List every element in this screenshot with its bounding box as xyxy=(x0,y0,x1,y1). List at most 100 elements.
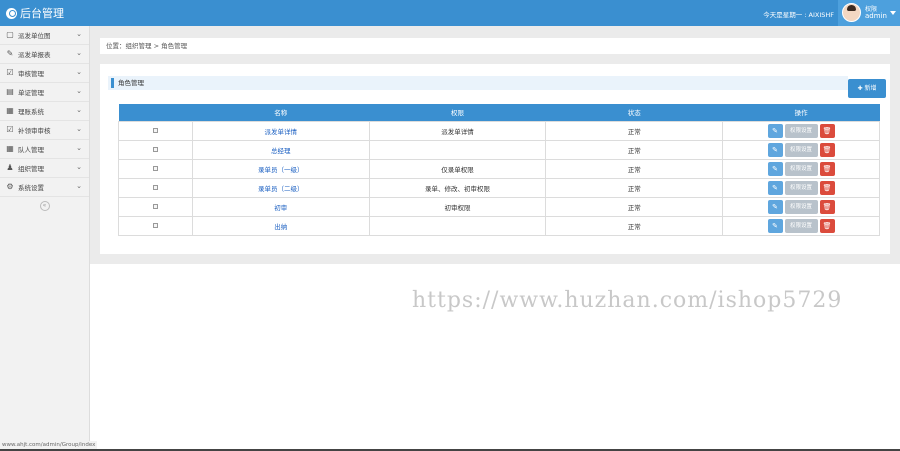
role-table: 名称 权限 状态 操作 派发单详情 派发单详情 正常 ✎ 权限设置 🗑 总经理 … xyxy=(118,104,880,236)
trash-icon: 🗑 xyxy=(822,145,832,154)
delete-button[interactable]: 🗑 xyxy=(819,142,835,157)
edit-button[interactable]: ✎ xyxy=(767,161,783,176)
role-permission: 初审权限 xyxy=(368,196,547,217)
pencil-icon: ✎ xyxy=(772,183,778,192)
add-role-button[interactable]: ✚ 新增 xyxy=(848,79,886,98)
gear-icon: ⚙ xyxy=(6,182,14,191)
delete-button[interactable]: 🗑 xyxy=(819,161,835,176)
pencil-icon: ✎ xyxy=(772,221,778,230)
row-checkbox[interactable] xyxy=(152,165,158,171)
row-checkbox[interactable] xyxy=(152,146,158,152)
sidebar-item-organization[interactable]: ♟ 组织管理 ⌄ xyxy=(0,159,89,178)
trash-icon: 🗑 xyxy=(822,126,832,135)
table-row: 出纳 正常 ✎ 权限设置 🗑 xyxy=(118,215,880,236)
sidebar-item-label: 队人管理 xyxy=(18,146,44,154)
permission-settings-button[interactable]: 权限设置 xyxy=(784,199,818,214)
logo-icon xyxy=(6,7,17,19)
user-menu[interactable]: 权限 admin xyxy=(838,0,900,26)
row-checkbox[interactable] xyxy=(152,127,158,133)
delete-button[interactable]: 🗑 xyxy=(819,180,835,195)
edit-button[interactable]: ✎ xyxy=(767,180,783,195)
role-name-link[interactable]: 派发单详情 xyxy=(191,120,370,141)
permission-settings-button[interactable]: 权限设置 xyxy=(784,142,818,157)
header-name: 名称 xyxy=(192,104,370,121)
check-icon: ☑ xyxy=(6,68,14,77)
sidebar-item-dispatch-report[interactable]: ✎ 派发单报表 ⌄ xyxy=(0,45,89,64)
edit-button[interactable]: ✎ xyxy=(767,218,783,233)
role-status: 正常 xyxy=(545,215,724,236)
role-name-link[interactable]: 总经理 xyxy=(191,139,370,160)
role-name-link[interactable]: 出纳 xyxy=(191,215,370,236)
edit-button[interactable]: ✎ xyxy=(767,142,783,157)
sidebar-item-label: 补领审审核 xyxy=(18,127,51,135)
pencil-icon: ✎ xyxy=(772,126,778,135)
role-name-link[interactable]: 录单员（二级） xyxy=(191,177,370,198)
sidebar-item-reissue-audit[interactable]: ☑ 补领审审核 ⌄ xyxy=(0,121,89,140)
watermark: https://www.huzhan.com/ishop5729 xyxy=(412,288,843,313)
users-icon: ♟ xyxy=(6,163,14,172)
sidebar-item-dispatch-map[interactable]: ▢ 派发单位图 ⌄ xyxy=(0,26,89,45)
role-status: 正常 xyxy=(545,177,724,198)
welcome-text: 今天是星期一 : AIXISHF xyxy=(763,11,834,19)
sidebar-item-label: 组织管理 xyxy=(18,165,44,173)
delete-button[interactable]: 🗑 xyxy=(819,123,835,138)
sidebar: ▢ 派发单位图 ⌄ ✎ 派发单报表 ⌄ ☑ 审核管理 ⌄ ▤ 单证管理 ⌄ ▦ … xyxy=(0,26,90,451)
chevron-down-icon: ⌄ xyxy=(76,106,82,114)
panel-title: 角色管理 xyxy=(108,76,848,90)
grid-icon: ▦ xyxy=(6,144,14,153)
trash-icon: 🗑 xyxy=(822,164,832,173)
delete-button[interactable]: 🗑 xyxy=(819,218,835,233)
edit-button[interactable]: ✎ xyxy=(767,199,783,214)
table-row: 初审 初审权限 正常 ✎ 权限设置 🗑 xyxy=(118,196,880,217)
permission-settings-button[interactable]: 权限设置 xyxy=(784,218,818,233)
collapse-sidebar-button[interactable]: « xyxy=(39,201,50,211)
table-row: 总经理 正常 ✎ 权限设置 🗑 xyxy=(118,139,880,160)
sidebar-item-label: 派发单报表 xyxy=(18,51,51,59)
sidebar-item-label: 审核管理 xyxy=(18,70,44,78)
sidebar-item-label: 派发单位图 xyxy=(18,32,51,40)
pencil-icon: ✎ xyxy=(772,164,778,173)
sidebar-item-accounts[interactable]: ▦ 理账系统 ⌄ xyxy=(0,102,89,121)
role-status: 正常 xyxy=(545,196,724,217)
sidebar-item-label: 系统设置 xyxy=(18,184,44,192)
permission-settings-button[interactable]: 权限设置 xyxy=(784,123,818,138)
chevron-down-icon: ⌄ xyxy=(76,68,82,76)
sidebar-item-label: 单证管理 xyxy=(18,89,44,97)
caret-down-icon xyxy=(890,11,896,15)
breadcrumb: 位置：组织管理 > 角色管理 xyxy=(100,38,890,54)
row-checkbox[interactable] xyxy=(152,222,158,228)
row-checkbox[interactable] xyxy=(152,203,158,209)
trash-icon: 🗑 xyxy=(822,183,832,192)
permission-settings-button[interactable]: 权限设置 xyxy=(784,180,818,195)
table-row: 录单员（一级） 仅录单权限 正常 ✎ 权限设置 🗑 xyxy=(118,158,880,179)
role-permission: 录单、修改、初审权限 xyxy=(368,177,547,198)
sidebar-item-documents[interactable]: ▤ 单证管理 ⌄ xyxy=(0,83,89,102)
role-name-link[interactable]: 录单员（一级） xyxy=(191,158,370,179)
sidebar-item-staff[interactable]: ▦ 队人管理 ⌄ xyxy=(0,140,89,159)
status-bar-url: www.ahjt.com/admin/Group/index xyxy=(0,441,98,449)
header-permission: 权限 xyxy=(369,104,546,121)
row-checkbox[interactable] xyxy=(152,184,158,190)
sidebar-item-settings[interactable]: ⚙ 系统设置 ⌄ xyxy=(0,178,89,197)
sidebar-item-audit[interactable]: ☑ 审核管理 ⌄ xyxy=(0,64,89,83)
chevron-down-icon: ⌄ xyxy=(76,144,82,152)
chevron-down-icon: ⌄ xyxy=(76,30,82,38)
pencil-icon: ✎ xyxy=(772,202,778,211)
role-status: 正常 xyxy=(545,139,724,160)
trash-icon: 🗑 xyxy=(822,221,832,230)
role-permission xyxy=(368,139,547,160)
header-select xyxy=(118,104,193,121)
role-permission xyxy=(368,215,547,236)
role-permission: 派发单详情 xyxy=(368,120,547,141)
doc-icon: ▤ xyxy=(6,87,14,96)
role-name-link[interactable]: 初审 xyxy=(191,196,370,217)
chevron-down-icon: ⌄ xyxy=(76,125,82,133)
edit-button[interactable]: ✎ xyxy=(767,123,783,138)
chevron-down-icon: ⌄ xyxy=(76,49,82,57)
permission-settings-button[interactable]: 权限设置 xyxy=(784,161,818,176)
app-logo[interactable]: 后台管理 xyxy=(6,5,64,21)
chevron-down-icon: ⌄ xyxy=(76,87,82,95)
delete-button[interactable]: 🗑 xyxy=(819,199,835,214)
table-row: 录单员（二级） 录单、修改、初审权限 正常 ✎ 权限设置 🗑 xyxy=(118,177,880,198)
app-title: 后台管理 xyxy=(20,7,64,20)
